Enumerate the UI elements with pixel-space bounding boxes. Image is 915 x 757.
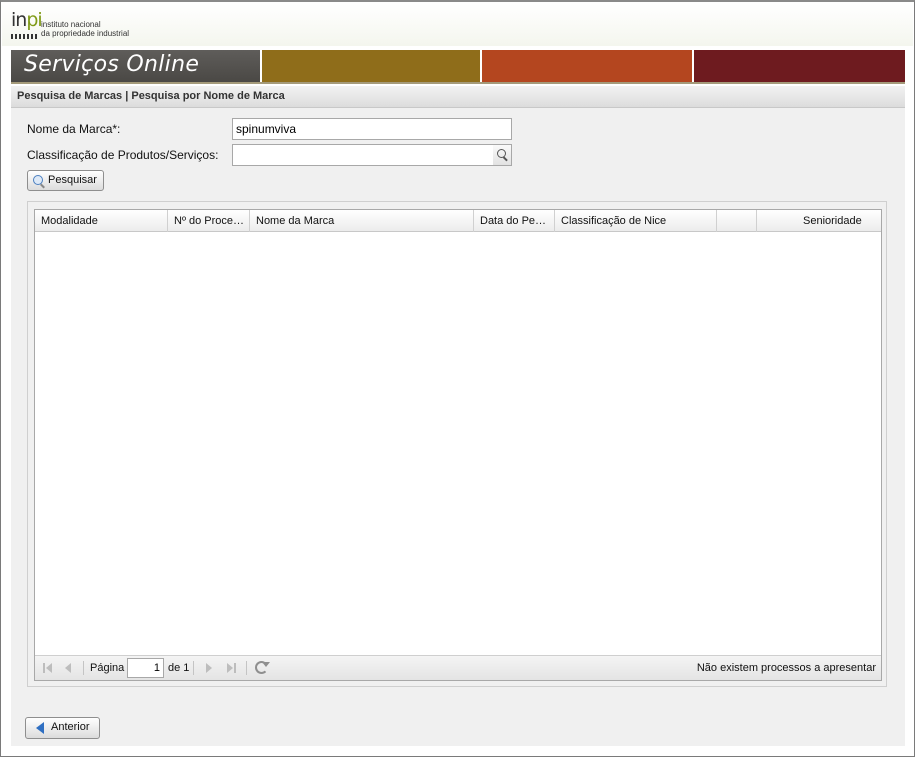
grid-header: Modalidade Nº do Proce… Nome da Marca Da… <box>35 210 881 232</box>
grid-pager: Página de 1 Não existem processos a apre… <box>35 655 881 680</box>
brand-name-label: Nome da Marca*: <box>27 122 121 136</box>
column-header-nice-classification[interactable]: Classificação de Nice <box>555 210 717 232</box>
logo-mark: inpi <box>11 9 43 31</box>
banner-title: Serviços Online <box>24 52 199 77</box>
grid-body <box>35 232 881 655</box>
pager-separator <box>193 661 194 675</box>
prev-page-icon[interactable] <box>65 663 75 673</box>
brand-name-input[interactable] <box>232 118 512 140</box>
page-count-label: de 1 <box>168 662 190 674</box>
logo-mark-pi: pi <box>26 9 42 31</box>
column-header-modalidade[interactable]: Modalidade <box>35 210 168 232</box>
magnifier-icon <box>497 149 506 158</box>
back-button[interactable]: Anterior <box>25 717 100 739</box>
logo-line-2: da propriedade industrial <box>41 29 130 38</box>
results-fieldset: Modalidade Nº do Proce… Nome da Marca Da… <box>27 201 887 687</box>
banner-underline <box>11 82 905 84</box>
page-label: Página <box>90 662 125 674</box>
logo-text: instituto nacional da propriedade indust… <box>41 20 129 38</box>
logo-dashes-icon <box>11 34 39 39</box>
page-number-input[interactable] <box>127 658 164 678</box>
last-page-bar <box>234 663 236 673</box>
back-arrow-icon <box>36 722 44 734</box>
logo-mark-in: in <box>11 9 27 31</box>
banner-segment-3 <box>482 50 694 82</box>
pager-separator <box>246 661 247 675</box>
breadcrumb-bar: Pesquisa de Marcas | Pesquisa por Nome d… <box>11 86 905 108</box>
logo-line-1: instituto nacional <box>41 20 101 29</box>
next-page-icon[interactable] <box>206 663 216 673</box>
next-page-arrow <box>206 663 212 673</box>
search-button-label: Pesquisar <box>48 174 97 186</box>
first-page-icon[interactable] <box>43 663 53 673</box>
logo-bar: inpi instituto nacional da propriedade i… <box>2 4 913 46</box>
banner-segment-4 <box>694 50 905 82</box>
inpi-logo[interactable]: inpi instituto nacional da propriedade i… <box>11 9 129 39</box>
services-banner: Serviços Online <box>11 50 905 82</box>
classification-label: Classificação de Produtos/Serviços: <box>27 148 219 162</box>
column-header-blank[interactable] <box>717 210 757 232</box>
banner-segment-2 <box>262 50 482 82</box>
column-header-brand-name[interactable]: Nome da Marca <box>250 210 474 232</box>
refresh-icon[interactable] <box>255 661 270 674</box>
breadcrumb: Pesquisa de Marcas | Pesquisa por Nome d… <box>17 90 285 102</box>
banner-segment-1: Serviços Online <box>11 50 262 82</box>
banner-title-main: Serviços On <box>24 52 159 77</box>
pager-status: Não existem processos a apresentar <box>696 662 876 674</box>
pager-separator <box>83 661 84 675</box>
search-icon <box>33 175 43 185</box>
page-frame: inpi instituto nacional da propriedade i… <box>0 0 915 757</box>
classification-lookup-button[interactable] <box>493 144 512 166</box>
column-header-seniority[interactable]: Senioridade <box>757 210 881 232</box>
column-header-process-number[interactable]: Nº do Proce… <box>168 210 250 232</box>
search-button[interactable]: Pesquisar <box>27 170 104 191</box>
prev-page-arrow <box>65 663 71 673</box>
banner-title-light: line <box>158 52 200 77</box>
first-page-bar <box>43 663 45 673</box>
first-page-arrow <box>46 663 52 673</box>
back-button-label: Anterior <box>51 721 90 733</box>
last-page-arrow <box>227 663 233 673</box>
classification-input[interactable] <box>232 144 494 166</box>
column-header-request-date[interactable]: Data do Pe… <box>474 210 555 232</box>
last-page-icon[interactable] <box>227 663 237 673</box>
results-grid: Modalidade Nº do Proce… Nome da Marca Da… <box>34 209 882 681</box>
search-panel: Nome da Marca*: Classificação de Produto… <box>11 108 905 746</box>
